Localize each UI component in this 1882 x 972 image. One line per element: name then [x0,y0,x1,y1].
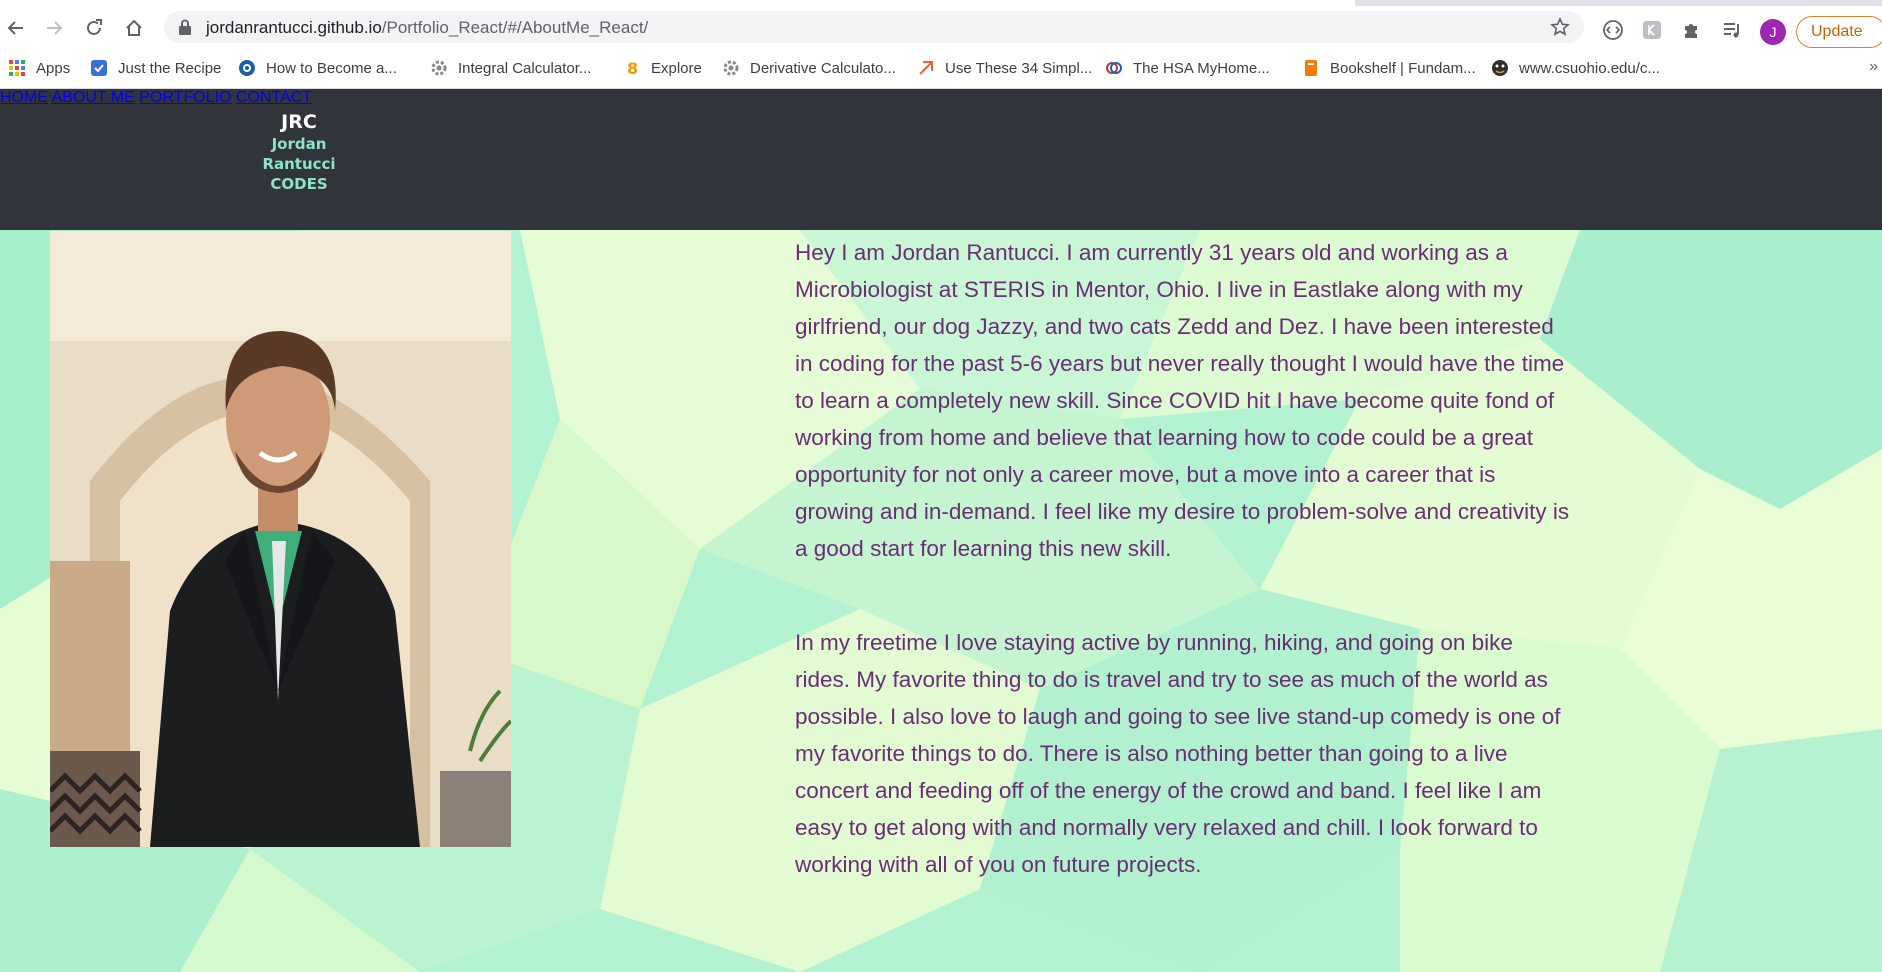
extensions-puzzle-icon[interactable] [1680,18,1704,42]
recipe-icon [90,59,108,77]
web-page: JRC Jordan Rantucci CODES HOME ABOUT ME … [0,89,1882,972]
bookmark-label: Bookshelf | Fundam... [1330,59,1476,77]
profile-avatar[interactable]: J [1760,19,1786,45]
logo-initials: JRC [281,111,317,133]
hsa-icon [1105,59,1123,77]
nav-home[interactable]: HOME [0,89,48,106]
logo-first-name: Jordan [271,135,327,153]
extension-reader-icon[interactable] [1640,18,1664,42]
site-logo[interactable]: JRC Jordan Rantucci CODES [254,110,344,194]
bio-paragraph-1: Hey I am Jordan Rantucci. I am currently… [795,234,1571,567]
back-arrow-icon [7,21,23,35]
nav-about-me[interactable]: ABOUT ME [52,89,135,106]
bio-paragraph-2: In my freetime I love staying active by … [795,624,1571,883]
reload-button[interactable] [80,14,108,42]
gear-icon [722,59,740,77]
bookmark-integral-calculator[interactable]: Integral Calculator... [430,57,591,79]
bookmark-csuohio[interactable]: www.csuohio.edu/c... [1491,57,1660,79]
csu-icon [1491,59,1509,77]
link-icon [917,59,935,77]
bookshelf-icon [1302,59,1320,77]
bio-text-2: In my freetime I love staying active by … [795,630,1561,877]
bookmark-hsa-myhome[interactable]: The HSA MyHome... [1105,57,1270,79]
lock-icon [179,19,191,35]
bookmark-just-the-recipe[interactable]: Just the Recipe [90,57,221,79]
bookmark-label: Just the Recipe [118,59,222,77]
bookmark-bookshelf[interactable]: Bookshelf | Fundam... [1302,57,1476,79]
globe-icon [238,59,256,77]
url-path: /Portfolio_React/#/AboutMe_React/ [381,18,649,37]
apps-grid-icon [8,59,26,77]
bookmarks-bar: Apps Just the Recipe How to Become a... … [0,48,1882,89]
bookmark-apps[interactable]: Apps [8,57,70,79]
explore-icon: 8 [623,59,641,77]
main-nav: HOME ABOUT ME PORTFOLIO CONTACT [0,89,1882,107]
forward-button[interactable] [40,14,68,42]
media-queue-icon[interactable] [1720,18,1744,42]
bookmark-label: Integral Calculator... [458,59,592,77]
extension-code-icon[interactable] [1601,18,1625,42]
gear-icon [430,59,448,77]
site-header: JRC Jordan Rantucci CODES HOME ABOUT ME … [0,89,1882,230]
more-bookmarks-icon[interactable]: » [1869,58,1878,76]
bookmark-label: The HSA MyHome... [1133,59,1270,77]
bookmark-how-to-become[interactable]: How to Become a... [238,57,397,79]
bookmark-label: Derivative Calculato... [750,59,896,77]
bookmark-label: How to Become a... [266,59,397,77]
logo-last-name: Rantucci [262,155,336,173]
svg-text:8: 8 [627,59,638,77]
url-host: jordanrantucci.github.io [206,18,382,37]
address-bar[interactable]: jordanrantucci.github.io/Portfolio_React… [164,11,1584,43]
browser-toolbar: jordanrantucci.github.io/Portfolio_React… [0,6,1882,48]
profile-photo [50,231,511,847]
bio-text-1: Hey I am Jordan Rantucci. I am currently… [795,240,1570,561]
bookmark-label: Explore [651,59,702,77]
bookmark-explore[interactable]: 8 Explore [623,57,702,79]
bookmark-label: Apps [36,59,71,77]
home-button[interactable] [120,14,148,42]
forward-arrow-icon [47,21,63,35]
home-icon [126,19,142,36]
nav-portfolio[interactable]: PORTFOLIO [139,89,231,106]
bookmark-use-these-34[interactable]: Use These 34 Simpl... [917,57,1092,79]
nav-contact[interactable]: CONTACT [236,89,312,106]
bookmark-star-icon[interactable] [1550,17,1570,37]
bookmark-label: www.csuohio.edu/c... [1519,59,1660,77]
bookmark-label: Use These 34 Simpl... [945,59,1093,77]
reload-icon [87,19,102,35]
back-button[interactable] [2,14,30,42]
logo-codes: CODES [270,175,328,193]
update-button[interactable]: Update [1796,16,1882,48]
bookmark-derivative-calculator[interactable]: Derivative Calculato... [722,57,896,79]
url-text: jordanrantucci.github.io/Portfolio_React… [206,18,648,38]
